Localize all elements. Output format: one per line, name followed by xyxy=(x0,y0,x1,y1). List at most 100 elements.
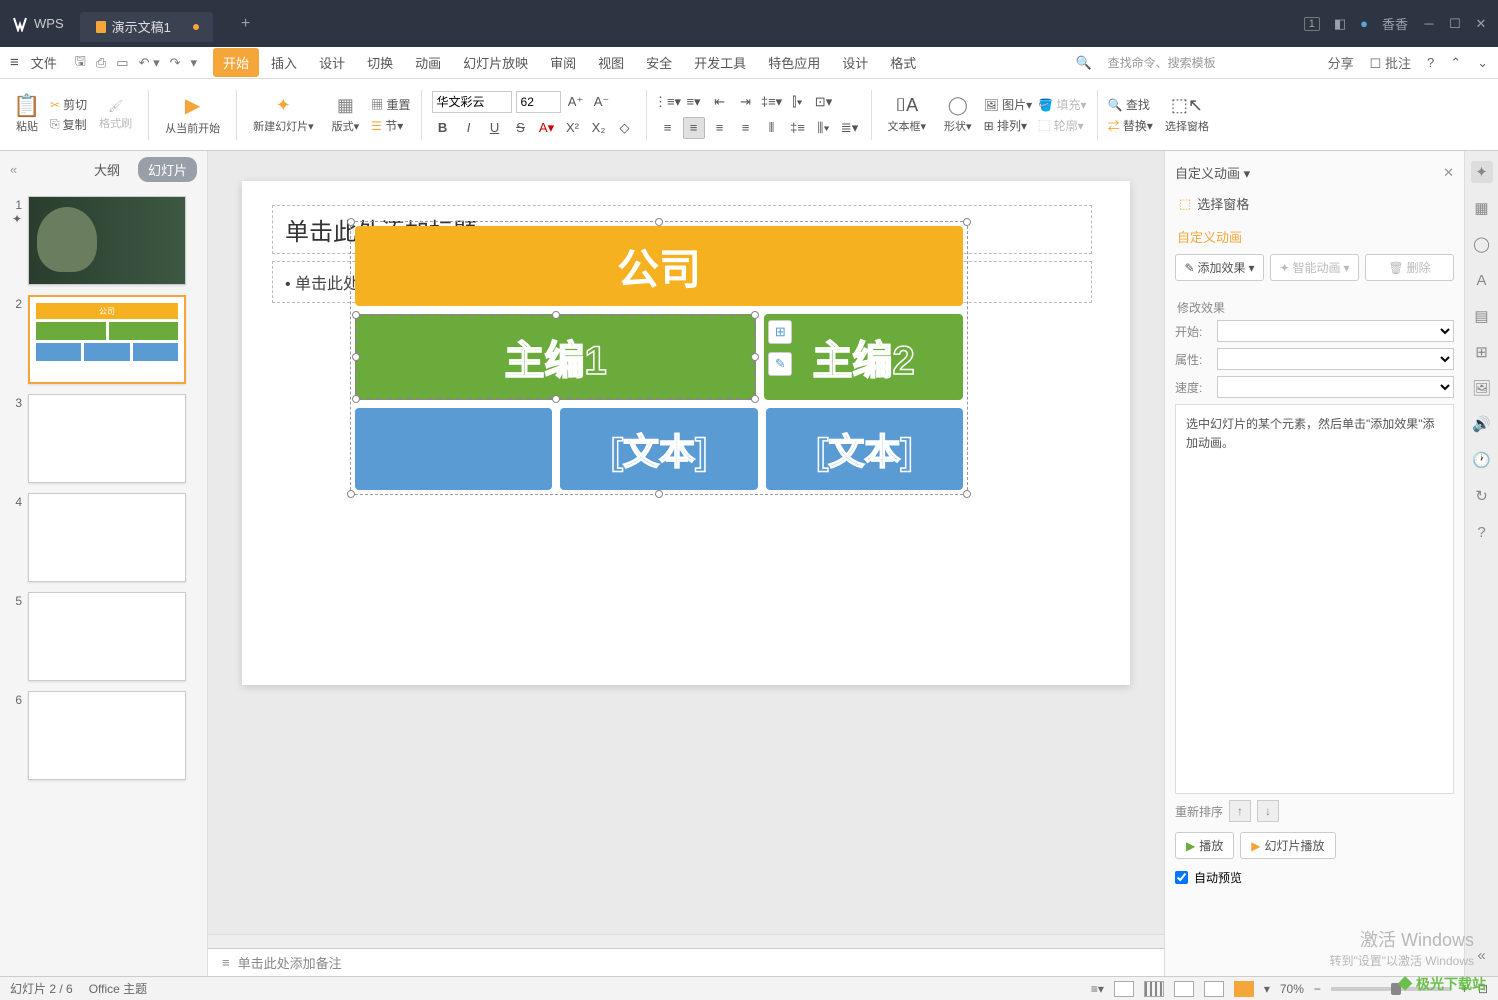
qat-dropdown-icon[interactable]: ▾ xyxy=(191,55,198,71)
menu-transition[interactable]: 切换 xyxy=(357,48,403,77)
paste-icon[interactable]: 📋 xyxy=(17,96,37,116)
maximize-button[interactable]: ☐ xyxy=(1448,17,1462,31)
outline-tab[interactable]: 大纲 xyxy=(84,157,130,182)
collapse-ribbon-icon[interactable]: ⌃ xyxy=(1450,55,1461,71)
speed-select[interactable] xyxy=(1217,376,1454,398)
new-slide-group[interactable]: ✦ 新建幻灯片▾ xyxy=(247,95,320,134)
user-avatar-icon[interactable]: ● xyxy=(1360,16,1368,31)
badge-count[interactable]: 1 xyxy=(1304,17,1320,31)
shape-group[interactable]: ◯ 形状▾ xyxy=(938,95,978,134)
slide-thumb-4[interactable]: 4 xyxy=(8,493,199,582)
numbering-button[interactable]: ≡▾ xyxy=(683,91,705,113)
org-chart[interactable]: 公司 主编1 ⊞ xyxy=(350,221,968,495)
org-bot-3-box[interactable]: [文本] xyxy=(766,408,963,490)
menu-review[interactable]: 审阅 xyxy=(540,48,586,77)
replace-button[interactable]: ⇄ 替换▾ xyxy=(1108,117,1153,134)
arrange-button[interactable]: ⊞ 排列▾ xyxy=(984,117,1033,134)
text-direction-button[interactable]: ⫿▾ xyxy=(787,91,809,113)
list-level-button[interactable]: ≣▾ xyxy=(839,117,861,139)
side-clock-icon[interactable]: 🕐 xyxy=(1471,449,1493,471)
prop-select[interactable] xyxy=(1217,348,1454,370)
menu-share[interactable]: 分享 xyxy=(1328,53,1354,72)
close-button[interactable]: ✕ xyxy=(1474,17,1488,31)
start-select[interactable] xyxy=(1217,320,1454,342)
from-current-group[interactable]: ▶ 从当前开始 xyxy=(159,93,226,136)
clear-format-button[interactable]: ◇ xyxy=(614,117,636,139)
side-layout-icon[interactable]: ▦ xyxy=(1471,197,1493,219)
reorder-up-button[interactable]: ↑ xyxy=(1229,800,1251,822)
picture-button[interactable]: 🖼 图片▾ xyxy=(984,96,1033,113)
menu-insert[interactable]: 插入 xyxy=(261,48,307,77)
menu-annotate[interactable]: ☐ 批注 xyxy=(1370,53,1411,72)
outline-button[interactable]: ⬚ 轮廓▾ xyxy=(1038,117,1086,134)
slide-thumb-2[interactable]: 2 公司 xyxy=(8,295,199,384)
user-name[interactable]: 香香 xyxy=(1382,14,1408,33)
bullets-button[interactable]: ⋮≡▾ xyxy=(657,91,679,113)
document-tab[interactable]: 演示文稿1 xyxy=(80,12,213,42)
menu-security[interactable]: 安全 xyxy=(636,48,682,77)
reorder-down-button[interactable]: ↓ xyxy=(1257,800,1279,822)
more-icon[interactable]: ⌄ xyxy=(1477,55,1488,71)
slide-thumb-6[interactable]: 6 xyxy=(8,691,199,780)
layout-group[interactable]: ▦ 版式▾ xyxy=(326,95,366,134)
slide-thumb-5[interactable]: 5 xyxy=(8,592,199,681)
play-anim-button[interactable]: ▶播放 xyxy=(1175,832,1234,859)
menu-design2[interactable]: 设计 xyxy=(832,48,878,77)
line-spacing2-button[interactable]: ‡≡ xyxy=(787,117,809,139)
side-anim-icon[interactable]: ✦ xyxy=(1471,161,1493,183)
minimize-button[interactable]: ─ xyxy=(1422,17,1436,31)
notes-area[interactable]: ≡ 单击此处添加备注 xyxy=(208,948,1164,976)
justify-button[interactable]: ≡ xyxy=(735,117,757,139)
side-table-icon[interactable]: ⊞ xyxy=(1471,341,1493,363)
auto-preview-checkbox[interactable] xyxy=(1175,871,1188,884)
increase-indent-button[interactable]: ⇥ xyxy=(735,91,757,113)
align-text-button[interactable]: ⊡▾ xyxy=(813,91,835,113)
slide-canvas[interactable]: 单击此处添加标题 • 单击此处添 公司 xyxy=(242,181,1130,685)
find-button[interactable]: 🔍 查找 xyxy=(1108,96,1153,113)
underline-button[interactable]: U xyxy=(484,117,506,139)
section-button[interactable]: ☰ 节▾ xyxy=(371,117,410,134)
strikethrough-button[interactable]: S xyxy=(510,117,532,139)
org-top-box[interactable]: 公司 xyxy=(355,226,963,306)
copy-button[interactable]: ⎘复制 xyxy=(50,116,87,133)
italic-button[interactable]: I xyxy=(458,117,480,139)
collapse-pane-icon[interactable]: « xyxy=(10,162,17,177)
side-more-icon[interactable]: « xyxy=(1471,944,1493,966)
side-history-icon[interactable]: ↻ xyxy=(1471,485,1493,507)
side-help-icon[interactable]: ? xyxy=(1471,521,1493,543)
line-spacing-button[interactable]: ‡≡▾ xyxy=(761,91,783,113)
normal-view-button[interactable] xyxy=(1114,981,1134,997)
add-effect-button[interactable]: ✎添加效果 ▾ xyxy=(1175,254,1264,281)
delete-anim-button[interactable]: 🗑删除 xyxy=(1365,254,1454,281)
search-icon[interactable]: 🔍 xyxy=(1075,55,1091,71)
qat-preview-icon[interactable]: ▭ xyxy=(116,55,128,71)
qat-redo-icon[interactable]: ↷ xyxy=(170,55,181,71)
org-mid-1-box[interactable]: 主编1 ⊞ ✎ xyxy=(355,314,756,400)
format-painter-group[interactable]: 🖌 格式刷 xyxy=(93,99,138,131)
cut-button[interactable]: ✂剪切 xyxy=(50,96,87,113)
align-right-button[interactable]: ≡ xyxy=(709,117,731,139)
side-arrange-icon[interactable]: ▤ xyxy=(1471,305,1493,327)
slides-tab[interactable]: 幻灯片 xyxy=(138,157,197,182)
reset-button[interactable]: ▦ 重置 xyxy=(371,96,410,113)
help-icon[interactable]: ? xyxy=(1427,55,1434,70)
shape-tool-icon[interactable]: ⊞ xyxy=(768,320,792,344)
font-color-button[interactable]: A▾ xyxy=(536,117,558,139)
distribute-button[interactable]: ⫴ xyxy=(761,117,783,139)
select-pane-link[interactable]: ⬚ 选择窗格 xyxy=(1175,188,1454,219)
menu-home[interactable]: 开始 xyxy=(213,48,259,77)
align-center-button[interactable]: ≡ xyxy=(683,117,705,139)
font-name-select[interactable] xyxy=(432,91,512,113)
align-left-button[interactable]: ≡ xyxy=(657,117,679,139)
theme-icon[interactable]: ◧ xyxy=(1334,16,1346,32)
side-image-icon[interactable]: 🖼 xyxy=(1471,377,1493,399)
side-font-icon[interactable]: A xyxy=(1471,269,1493,291)
menu-format[interactable]: 格式 xyxy=(880,48,926,77)
select-pane-group[interactable]: ⬚↖ 选择窗格 xyxy=(1159,95,1215,134)
side-shape-icon[interactable]: ◯ xyxy=(1471,233,1493,255)
menu-special[interactable]: 特色应用 xyxy=(758,48,830,77)
search-placeholder[interactable]: 查找命令、搜索模板 xyxy=(1108,54,1216,71)
slide-thumb-3[interactable]: 3 xyxy=(8,394,199,483)
subscript-button[interactable]: X₂ xyxy=(588,117,610,139)
bold-button[interactable]: B xyxy=(432,117,454,139)
